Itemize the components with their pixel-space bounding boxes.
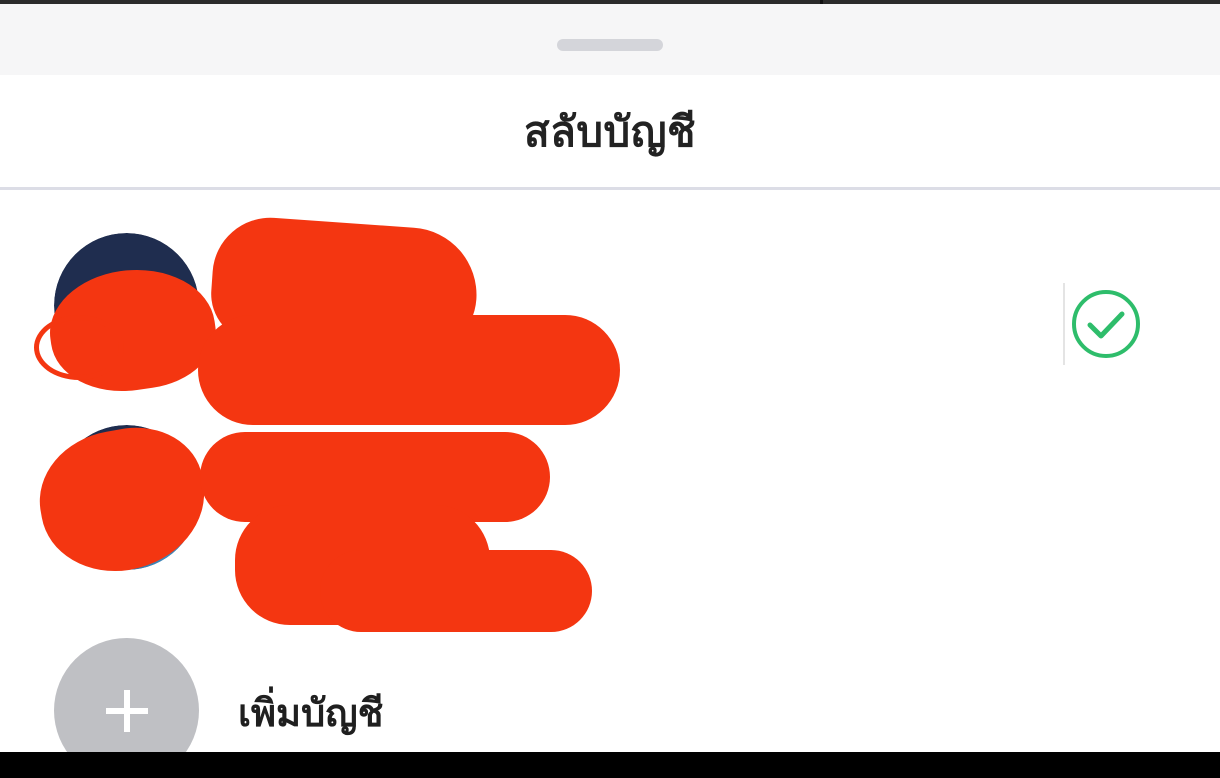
add-account-label: เพิ่มบัญชี: [238, 691, 384, 735]
title-bar: สลับบัญชี: [0, 75, 1220, 188]
bottom-edge: [0, 752, 1220, 778]
selected-divider: [1063, 283, 1065, 365]
bottom-sheet-header[interactable]: [0, 4, 1220, 75]
redaction-mark: [34, 315, 124, 380]
account-row-1[interactable]: [0, 213, 1220, 425]
redaction-mark: [198, 315, 620, 425]
plus-icon: [106, 690, 148, 732]
switch-account-screen: สลับบัญชี เพิ่มบัญชี: [0, 0, 1220, 778]
redaction-mark: [29, 416, 216, 584]
page-title: สลับบัญชี: [524, 106, 696, 156]
header-divider: [0, 187, 1220, 190]
account-row-2[interactable]: [0, 410, 1220, 632]
drag-handle[interactable]: [557, 39, 663, 51]
check-circle-icon: [1072, 290, 1140, 358]
redaction-mark: [320, 550, 592, 632]
